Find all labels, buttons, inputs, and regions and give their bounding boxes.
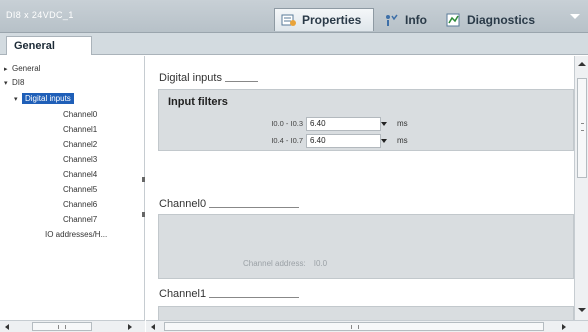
filter-range-label: I0.0 - I0.3 [271,119,303,128]
scroll-left-arrow-icon[interactable] [5,324,9,330]
subtab-general[interactable]: General [6,36,92,55]
input-filters-panel: Input filters I0.0 - I0.3 6.40 ms I0.4 -… [158,89,574,151]
tab-info-label: Info [405,12,427,27]
tree-item-channel2[interactable]: Channel2 [63,138,97,152]
header-divider [209,296,300,298]
channel-address-readonly: Channel address: I0.0 [243,259,327,268]
grip-icon [351,325,359,329]
channel-address-value: I0.0 [313,259,328,268]
section-header-channel0: Channel0 [159,198,300,210]
splitter-handle[interactable] [142,177,145,182]
channel1-panel [158,306,574,320]
section-header-digital-inputs: Digital inputs [159,72,258,84]
tab-diagnostics[interactable]: Diagnostics [442,8,562,31]
section-header-channel1: Channel1 [159,288,300,300]
vertical-scroll-thumb[interactable] [577,78,587,178]
tree-item-channel4[interactable]: Channel4 [63,168,97,182]
header-divider [209,206,300,208]
filter-range-label: I0.4 - I0.7 [271,136,303,145]
tree-item-channel7[interactable]: Channel7 [63,213,97,227]
tree-horizontal-scroll-thumb[interactable] [32,322,92,331]
window-title: DI8 x 24VDC_1 [6,10,74,20]
scroll-up-arrow-icon[interactable] [578,62,586,66]
tab-properties-label: Properties [302,13,362,27]
collapse-chevron-icon[interactable] [570,14,580,19]
channel0-panel: Channel address: I0.0 [158,214,574,279]
chevron-down-icon[interactable] [380,135,389,147]
tab-diagnostics-label: Diagnostics [467,12,536,27]
tab-info[interactable]: Info [380,8,436,31]
splitter-handle[interactable] [142,212,145,217]
collapse-arrow-icon[interactable]: ▾ [4,77,12,91]
tree-item-channel6[interactable]: Channel6 [63,198,97,212]
tree-item-channel1[interactable]: Channel1 [63,123,97,137]
tree-item-io-addresses[interactable]: IO addresses/H... [45,228,107,242]
collapse-arrow-icon[interactable]: ▾ [14,93,22,107]
filter-row: I0.0 - I0.3 6.40 ms [159,117,574,131]
filter-row: I0.4 - I0.7 6.40 ms [159,134,574,148]
tree-item-general[interactable]: ▸ General [4,62,40,76]
filter-unit: ms [397,119,408,128]
chevron-down-icon[interactable] [380,118,389,130]
content-horizontal-scrollbar[interactable] [146,320,588,332]
tree-item-channel3[interactable]: Channel3 [63,153,97,167]
filter-unit: ms [397,136,408,145]
filter-time-select[interactable]: 6.40 [306,134,381,148]
content-horizontal-scroll-thumb[interactable] [164,322,544,331]
tree-horizontal-scrollbar[interactable] [0,320,145,332]
scroll-right-arrow-icon[interactable] [128,324,132,330]
tree-item-di8[interactable]: ▾ DI8 [4,76,24,90]
inspector-title-bar: DI8 x 24VDC_1 Properties Info Diagnostic… [0,0,588,33]
tree-item-channel0[interactable]: Channel0 [63,108,97,122]
info-icon [384,13,400,27]
properties-content: Digital inputs Input filters I0.0 - I0.3… [146,56,574,320]
subtab-bar: General [0,33,588,55]
tab-properties[interactable]: Properties [274,8,374,31]
tree-item-digital-inputs[interactable]: ▾ Digital inputs [14,92,74,106]
navigation-tree: ▸ General ▾ DI8 ▾ Digital inputs Channel0 C… [0,56,145,320]
grip-icon [58,325,66,329]
scroll-left-arrow-icon[interactable] [151,324,155,330]
input-filters-label: Input filters [168,96,228,108]
scroll-right-arrow-icon[interactable] [562,324,566,330]
header-divider [224,80,258,82]
filter-time-select[interactable]: 6.40 [306,117,381,131]
properties-icon [281,13,297,27]
channel-address-label: Channel address: [243,259,306,268]
tree-item-channel5[interactable]: Channel5 [63,183,97,197]
vertical-scrollbar[interactable] [574,56,588,320]
grip-icon [581,123,584,131]
expand-arrow-icon[interactable]: ▸ [4,63,12,77]
diagnostics-icon [446,13,462,27]
scroll-down-arrow-icon[interactable] [578,308,586,312]
